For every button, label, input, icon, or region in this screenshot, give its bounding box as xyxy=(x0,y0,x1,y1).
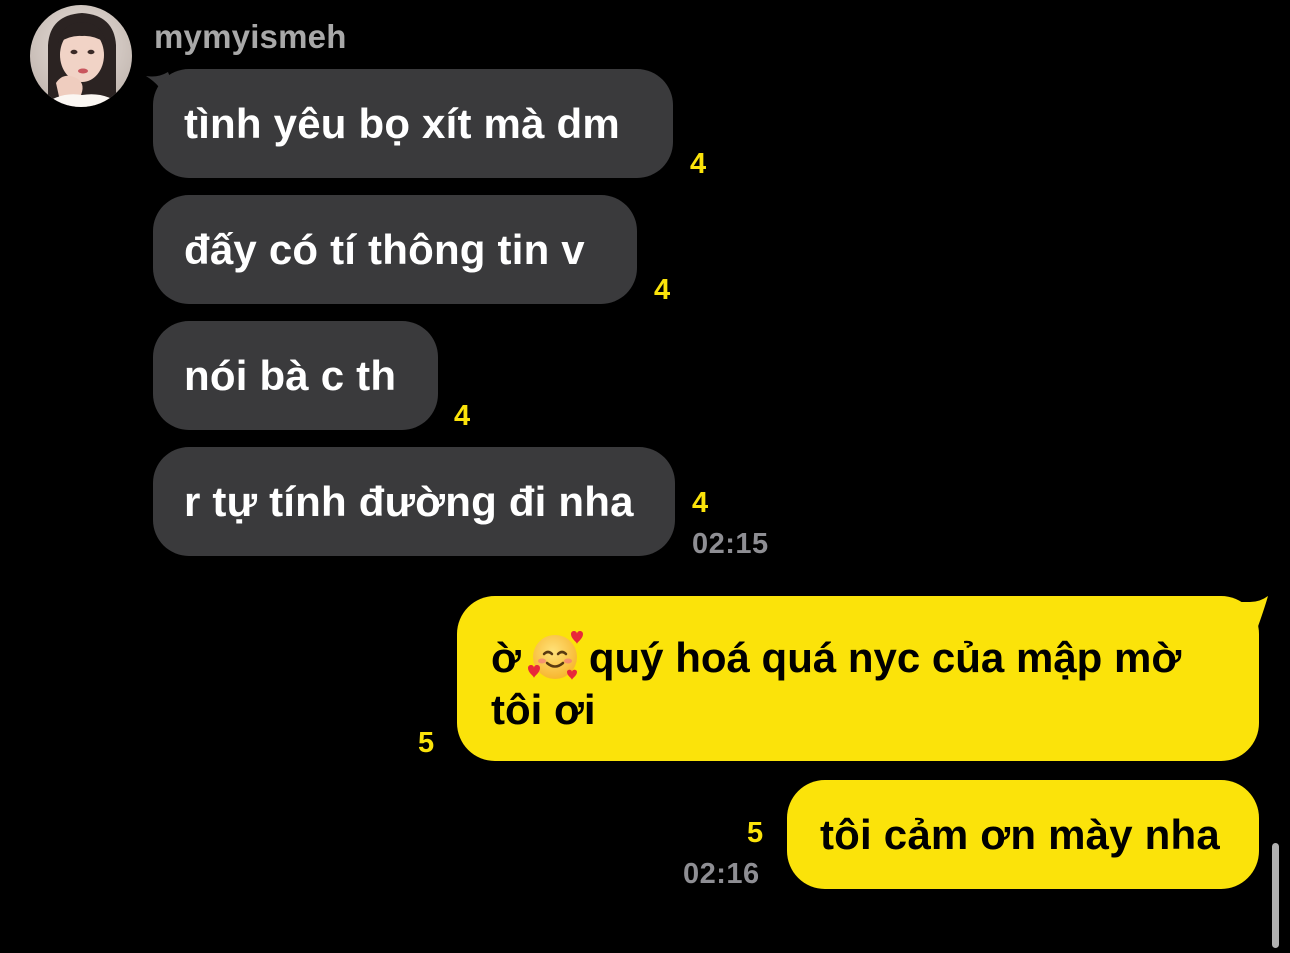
unread-count: 4 xyxy=(692,487,709,519)
message-text: tình yêu bọ xít mà dm xyxy=(184,99,620,147)
incoming-message-bubble[interactable]: r tự tính đường đi nha xyxy=(153,447,675,556)
unread-count: 4 xyxy=(690,148,707,180)
unread-count: 4 xyxy=(654,274,671,306)
sender-name: mymyismeh xyxy=(154,18,347,55)
unread-count: 4 xyxy=(454,400,471,432)
message-text: ờ quý hoá quá nyc của mập mờ tôi ơi xyxy=(491,628,1231,736)
incoming-message-bubble[interactable]: đấy có tí thông tin v xyxy=(153,195,637,304)
message-timestamp: 02:15 xyxy=(692,528,769,560)
message-text: r tự tính đường đi nha xyxy=(184,477,634,525)
profile-photo-icon xyxy=(30,5,132,107)
message-text: tôi cảm ơn mày nha xyxy=(820,810,1220,858)
outgoing-message-bubble[interactable]: tôi cảm ơn mày nha xyxy=(787,780,1259,889)
incoming-message-bubble[interactable]: nói bà c th xyxy=(153,321,438,430)
smiling-face-with-hearts-icon xyxy=(527,631,583,680)
message-text-part: ờ xyxy=(491,634,521,681)
sender-avatar[interactable] xyxy=(30,5,132,107)
message-text-part: quý hoá quá nyc của mập mờ xyxy=(588,634,1182,681)
message-text: nói bà c th xyxy=(184,351,397,399)
message-timestamp: 02:16 xyxy=(683,858,760,890)
unread-count: 5 xyxy=(418,727,435,759)
scrollbar[interactable] xyxy=(1272,843,1279,948)
unread-count: 5 xyxy=(747,817,764,849)
message-text-line2: tôi ơi xyxy=(491,686,596,733)
message-text: đấy có tí thông tin v xyxy=(184,225,585,273)
incoming-message-bubble[interactable]: tình yêu bọ xít mà dm xyxy=(153,69,673,178)
